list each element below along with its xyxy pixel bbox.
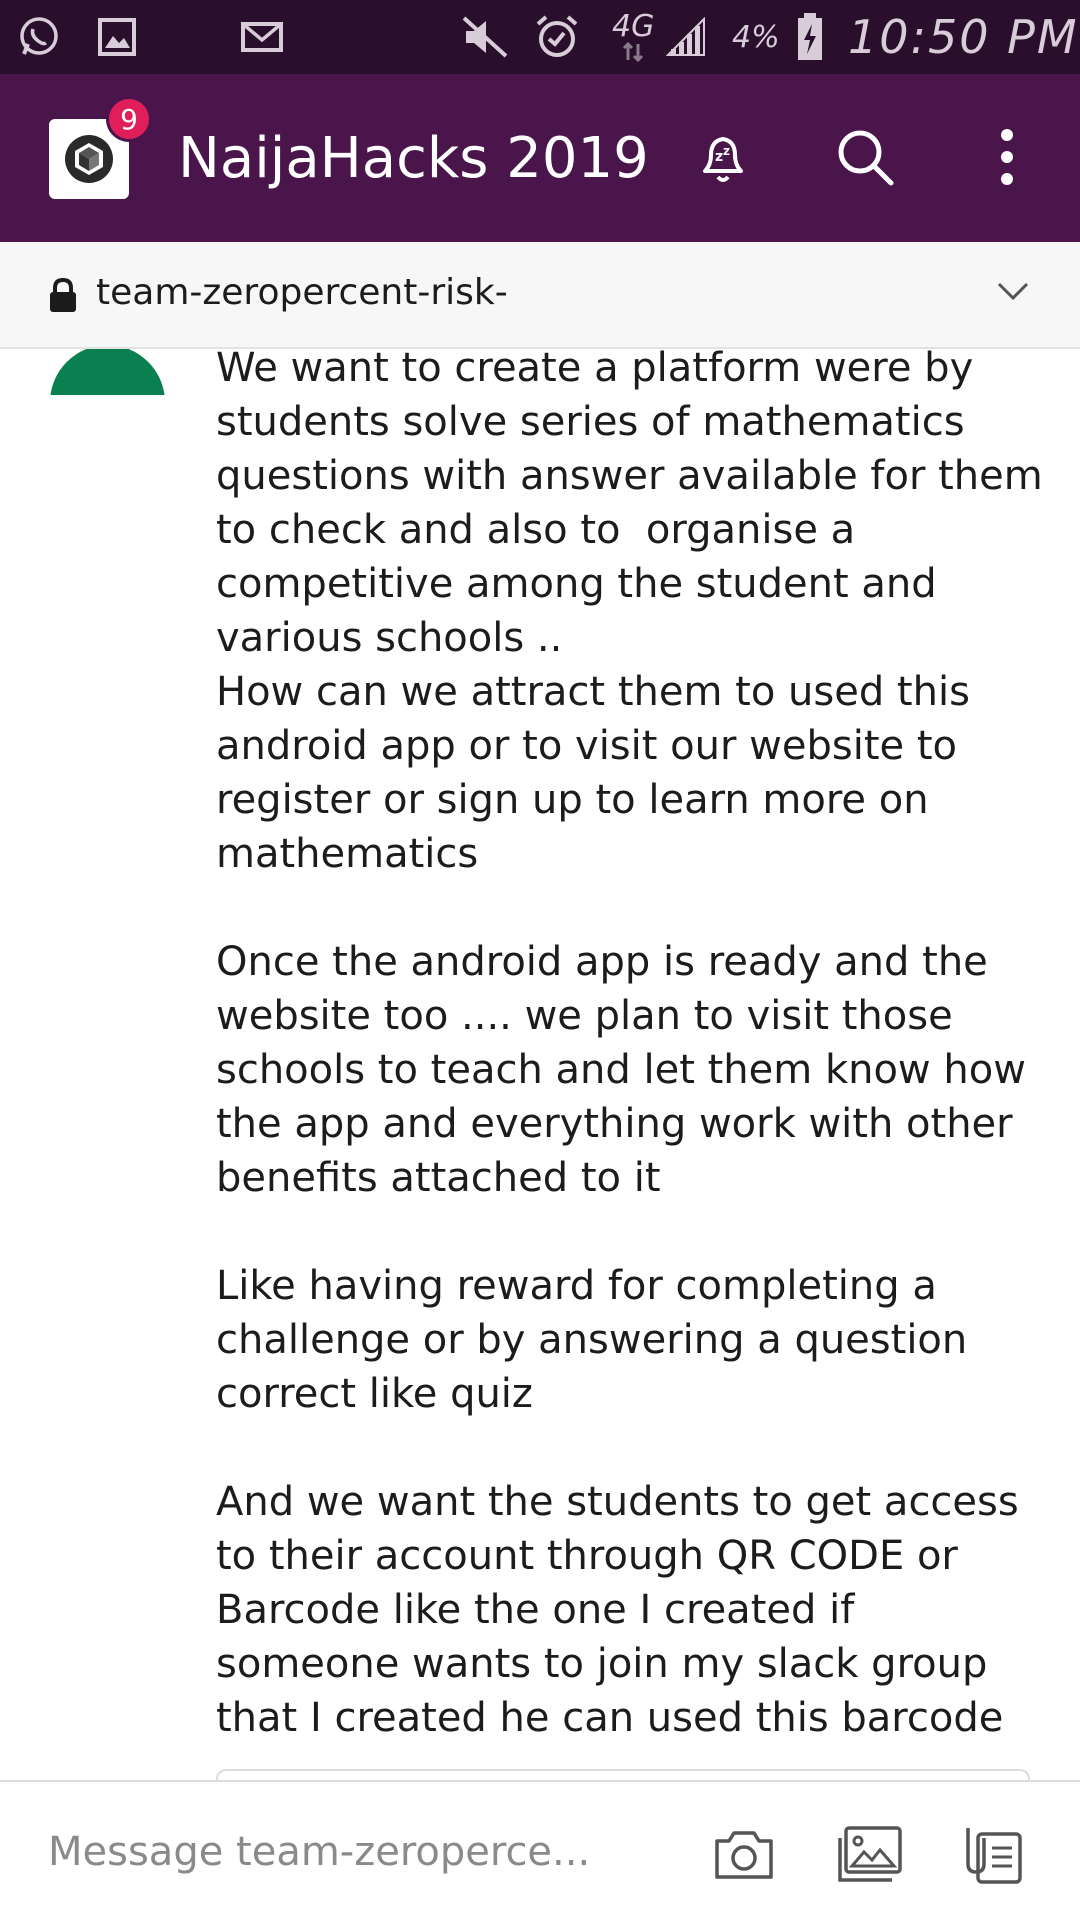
more-vert-icon[interactable] xyxy=(972,122,1042,192)
whatsapp-icon xyxy=(18,0,60,74)
chevron-down-icon[interactable] xyxy=(996,280,1030,306)
app-header: 9 NaijaHacks 2019 z z xyxy=(0,74,1080,242)
svg-text:z: z xyxy=(723,144,730,158)
message-list[interactable]: We want to create a platform were by stu… xyxy=(0,349,1080,1780)
camera-icon[interactable] xyxy=(708,1818,780,1890)
notification-badge: 9 xyxy=(106,96,152,142)
image-icon[interactable] xyxy=(834,1818,906,1890)
alarm-icon xyxy=(534,0,580,74)
message-text: We want to create a platform were by stu… xyxy=(216,349,1043,1741)
message-input[interactable] xyxy=(48,1824,608,1880)
mail-icon xyxy=(241,0,283,74)
battery-charging-icon xyxy=(796,0,824,74)
status-time: 10:50 PM xyxy=(848,10,1079,64)
avatar[interactable] xyxy=(50,349,165,395)
lock-icon xyxy=(48,277,78,317)
avatar-shape xyxy=(50,349,165,395)
files-icon[interactable] xyxy=(958,1818,1030,1890)
gallery-icon xyxy=(98,0,136,74)
snooze-bell-icon[interactable]: z z xyxy=(688,122,758,192)
mute-icon xyxy=(462,0,508,74)
attachment-preview[interactable] xyxy=(216,1769,1030,1780)
status-bar: 4G 4% 10:50 PM xyxy=(0,0,1080,74)
signal-icon xyxy=(666,0,706,74)
workspace-title[interactable]: NaijaHacks 2019 xyxy=(178,126,649,191)
message-composer xyxy=(0,1780,1080,1920)
data-arrows-icon xyxy=(623,42,644,62)
svg-text:z: z xyxy=(715,149,723,165)
network-type: 4G xyxy=(612,9,655,44)
battery-percent: 4% xyxy=(732,19,780,55)
channel-bar[interactable]: team-zeropercent-risk- xyxy=(0,242,1080,349)
channel-name[interactable]: team-zeropercent-risk- xyxy=(96,272,508,313)
search-icon[interactable] xyxy=(830,122,900,192)
